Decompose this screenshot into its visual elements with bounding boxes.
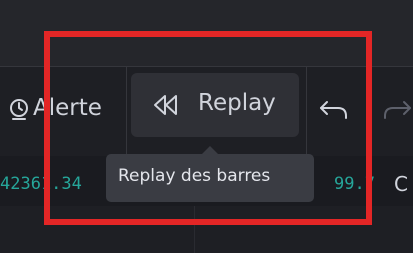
redo-icon[interactable] bbox=[382, 95, 413, 123]
price-label-letter: C bbox=[394, 172, 408, 196]
alert-clock-icon bbox=[10, 99, 28, 120]
highlight-box bbox=[44, 31, 372, 225]
